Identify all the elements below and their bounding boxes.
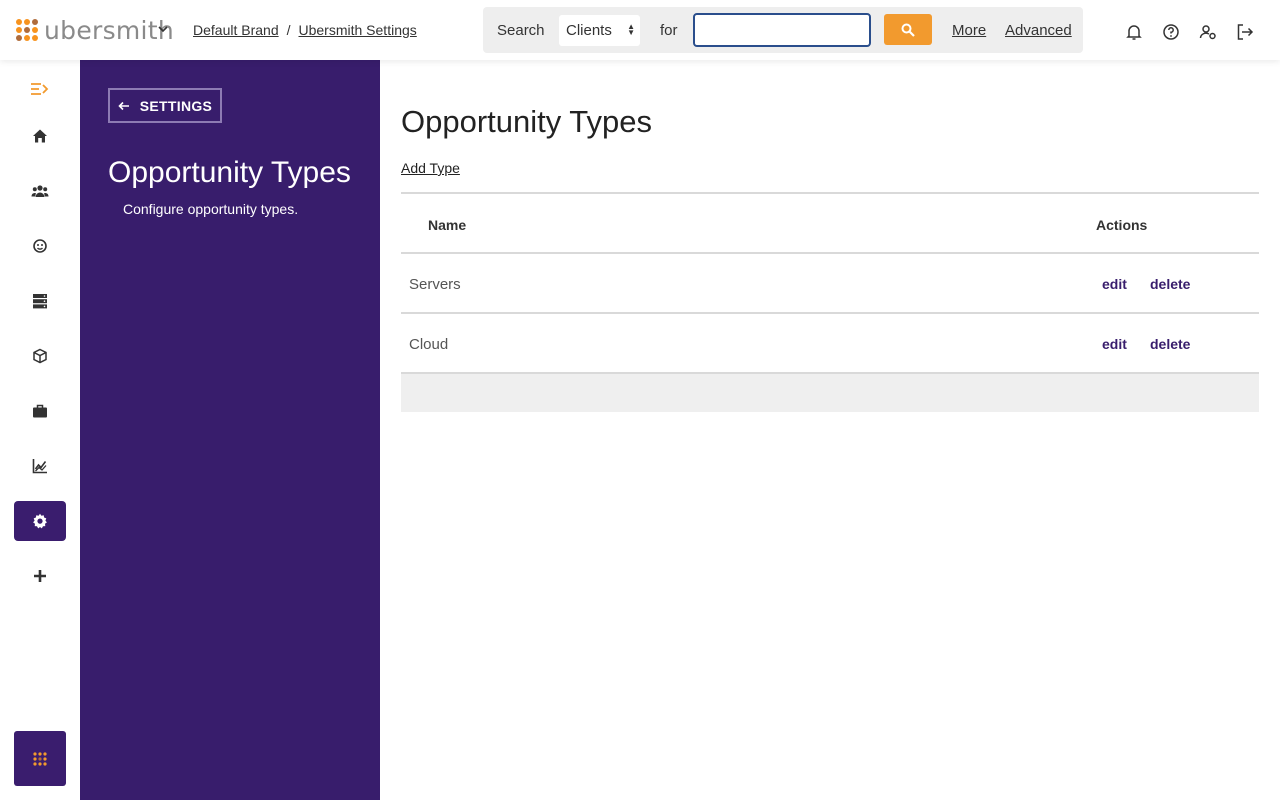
home-icon [33, 129, 47, 143]
more-link[interactable]: More [952, 22, 986, 39]
add-type-link[interactable]: Add Type [401, 160, 460, 176]
rail-settings[interactable] [14, 501, 66, 541]
user-settings-icon[interactable] [1199, 23, 1217, 41]
edit-link[interactable]: edit [1102, 336, 1127, 352]
servers-icon [33, 294, 47, 309]
opportunity-types-table: Name Actions Servers edit delete Cloud e… [401, 192, 1259, 412]
breadcrumb-default-brand[interactable]: Default Brand [193, 22, 279, 38]
delete-link[interactable]: delete [1150, 276, 1190, 292]
table-row: Cloud edit delete [401, 314, 1259, 374]
rail-servers[interactable] [14, 281, 66, 321]
settings-side-panel: SETTINGS Opportunity Types Configure opp… [80, 60, 380, 800]
delete-link[interactable]: delete [1150, 336, 1190, 352]
rail-support[interactable] [14, 226, 66, 266]
column-header-name: Name [428, 217, 467, 233]
rail-home[interactable] [14, 116, 66, 156]
logo-text: ubersmith [44, 15, 175, 45]
reports-icon [32, 459, 47, 474]
search-button[interactable] [884, 14, 932, 45]
panel-subtitle: Configure opportunity types. [123, 201, 299, 217]
arrow-left-icon [118, 101, 129, 110]
apps-grid-icon [33, 751, 47, 766]
rail-briefcase[interactable] [14, 391, 66, 431]
search-input[interactable] [693, 13, 871, 47]
rail-packages[interactable] [14, 336, 66, 376]
clients-icon [31, 185, 49, 197]
search-scope-value: Clients [566, 22, 612, 39]
back-to-settings-button[interactable]: SETTINGS [108, 88, 222, 123]
panel-title: Opportunity Types [108, 156, 351, 189]
breadcrumb-ubersmith-settings[interactable]: Ubersmith Settings [299, 22, 417, 38]
back-button-label: SETTINGS [139, 97, 213, 114]
table-row: Servers edit delete [401, 254, 1259, 314]
page-title: Opportunity Types [401, 104, 653, 139]
edit-link[interactable]: edit [1102, 276, 1127, 292]
row-name: Servers [409, 276, 461, 293]
top-bar: ubersmith Default Brand / Ubersmith Sett… [0, 0, 1280, 60]
search-bar: Search Clients ▲ ▼ for More Advanced [483, 7, 1083, 53]
row-name: Cloud [409, 336, 449, 353]
briefcase-icon [33, 404, 47, 418]
settings-icon [33, 513, 47, 529]
for-label: for [660, 22, 678, 39]
left-rail [0, 60, 80, 800]
help-icon[interactable] [1162, 23, 1180, 41]
collapse-icon [31, 83, 49, 95]
breadcrumb-separator: / [286, 22, 291, 38]
rail-plus[interactable] [14, 556, 66, 596]
rail-collapse[interactable] [14, 69, 66, 109]
logout-icon[interactable] [1236, 23, 1254, 41]
brand-chevron-down-icon[interactable] [158, 24, 168, 34]
logo-dots-icon [16, 19, 38, 41]
plus-icon [34, 570, 46, 582]
column-header-actions: Actions [1096, 217, 1148, 233]
table-header: Name Actions [401, 194, 1259, 254]
support-icon [33, 239, 47, 253]
search-scope-select[interactable]: Clients ▲ ▼ [559, 15, 640, 46]
rail-clients[interactable] [14, 171, 66, 211]
search-icon [901, 23, 915, 37]
breadcrumb: Default Brand / Ubersmith Settings [193, 22, 417, 38]
ubersmith-logo[interactable]: ubersmith [16, 15, 175, 45]
advanced-link[interactable]: Advanced [1005, 22, 1072, 39]
table-footer [401, 374, 1259, 412]
select-arrows-icon: ▲ ▼ [627, 22, 635, 37]
rail-apps-button[interactable] [14, 731, 66, 786]
packages-icon [33, 348, 47, 364]
search-label: Search [497, 22, 545, 39]
rail-reports[interactable] [14, 446, 66, 486]
bell-icon[interactable] [1125, 23, 1143, 41]
